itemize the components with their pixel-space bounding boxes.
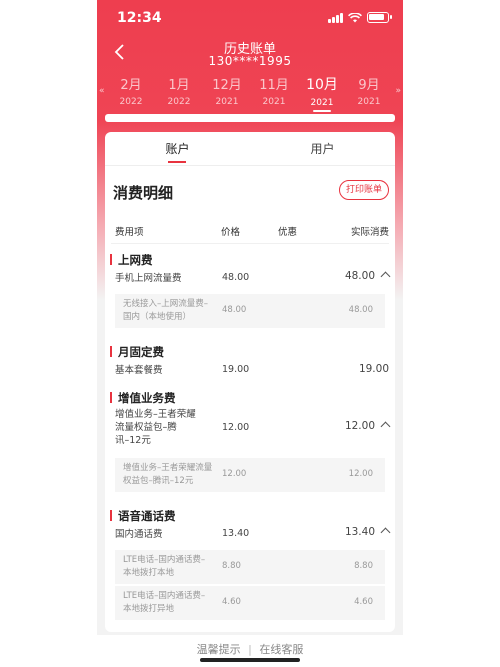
chevron-up-icon[interactable]: [380, 421, 391, 432]
month-item[interactable]: 1月 2022: [155, 74, 203, 107]
status-bar: 12:34: [97, 0, 403, 36]
left-margin: [0, 0, 97, 667]
detail-price: 48.00: [222, 305, 247, 315]
right-margin: [403, 0, 500, 667]
fee-price: 48.00: [222, 272, 250, 283]
category-title: 月固定费: [118, 345, 164, 359]
month-item[interactable]: 12月 2021: [203, 74, 251, 107]
fee-actual: 48.00: [345, 270, 391, 282]
status-time: 12:34: [117, 10, 162, 26]
category-title: 语音通话费: [118, 509, 176, 523]
fee-name: 国内通话费: [115, 529, 163, 540]
tab-underline: [168, 161, 186, 163]
detail-actual: 8.80: [354, 561, 373, 571]
detail-actual: 12.00: [348, 469, 373, 479]
month-indicator: [313, 110, 331, 112]
month-prev-arrow-icon[interactable]: «: [99, 86, 105, 96]
fee-name: 手机上网流量费: [115, 273, 182, 284]
category-header: 月固定费: [105, 342, 395, 362]
fee-detail: LTE电话–国内通话费– 本地拨打本地 8.80 8.80: [115, 550, 385, 584]
category-title: 增值业务费: [118, 391, 176, 405]
detail-name: 增值业务–王者荣耀流量 权益包–腾讯–12元: [123, 463, 213, 486]
category-marker: [110, 392, 112, 403]
battery-icon: [367, 12, 392, 23]
tab-account[interactable]: 账户: [105, 140, 250, 157]
chevron-up-icon[interactable]: [380, 527, 391, 538]
detail-name: LTE电话–国内通话费– 本地拨打异地: [123, 591, 206, 614]
month-item-active[interactable]: 10月 2021: [298, 74, 346, 108]
phone-number: 130****1995: [208, 54, 292, 68]
month-item[interactable]: 9月 2021: [345, 74, 393, 107]
chevron-up-icon[interactable]: [380, 271, 391, 282]
fee-row[interactable]: 国内通话费 13.40 13.40: [105, 526, 395, 546]
fee-price: 13.40: [222, 528, 250, 539]
detail-actual: 4.60: [354, 597, 373, 607]
category-marker: [110, 346, 112, 357]
tab-user[interactable]: 用户: [250, 140, 395, 157]
section-title: 消费明细: [113, 184, 174, 202]
month-next-arrow-icon[interactable]: »: [395, 86, 401, 96]
online-service-link[interactable]: 在线客服: [259, 643, 303, 656]
col-price: 价格: [221, 227, 241, 238]
fee-row[interactable]: 增值业务–王者荣耀 流量权益包–腾 讯–12元 12.00 12.00: [105, 408, 395, 452]
category-header: 增值业务费: [105, 388, 395, 408]
phone-screen: 12:34 历史账单 130****1995 « 2月2022 1月2022: [97, 0, 403, 667]
fee-detail: LTE电话–国内通话费– 本地拨打异地 4.60 4.60: [115, 586, 385, 620]
bill-card: 账户 用户 消费明细 打印账单 费用项 价格 优惠 实际消费 上网费 手机上网流…: [105, 132, 395, 632]
month-selector: « 2月 2022 1月 2022 12月 2021 11月 2021 10月 2021 …: [97, 74, 403, 114]
detail-name: 无线接入–上网流量费– 国内（本地使用）: [123, 299, 209, 322]
fee-detail: 增值业务–王者荣耀流量 权益包–腾讯–12元 12.00 12.00: [115, 458, 385, 492]
detail-price: 8.80: [222, 561, 241, 571]
fee-row[interactable]: 手机上网流量费 48.00 48.00: [105, 270, 395, 290]
col-discount: 优惠: [278, 227, 298, 238]
detail-actual: 48.00: [348, 305, 373, 315]
category-marker: [110, 510, 112, 521]
fee-name: 增值业务–王者荣耀 流量权益包–腾 讯–12元: [115, 409, 196, 446]
footer-bar: 温馨提示 | 在线客服: [97, 635, 403, 667]
tab-bar: 账户 用户: [105, 132, 395, 166]
fee-detail: 无线接入–上网流量费– 国内（本地使用） 48.00 48.00: [115, 294, 385, 328]
column-headers: 费用项 价格 优惠 实际消费: [111, 216, 389, 244]
fee-price: 19.00: [222, 364, 250, 375]
tips-link[interactable]: 温馨提示: [197, 643, 241, 656]
home-indicator[interactable]: [200, 658, 300, 662]
category-marker: [110, 254, 112, 265]
category-title: 上网费: [118, 253, 153, 267]
category-header: 语音通话费: [105, 506, 395, 526]
detail-price: 4.60: [222, 597, 241, 607]
category-header: 上网费: [105, 250, 395, 270]
fee-price: 12.00: [222, 422, 250, 433]
col-item: 费用项: [115, 227, 144, 238]
fee-row[interactable]: 基本套餐费 19.00 19.00: [105, 362, 395, 382]
month-item[interactable]: 11月 2021: [250, 74, 298, 107]
print-bill-button[interactable]: 打印账单: [338, 180, 389, 200]
section-header: 消费明细 打印账单: [105, 166, 395, 216]
detail-price: 12.00: [222, 469, 247, 479]
detail-name: LTE电话–国内通话费– 本地拨打本地: [123, 555, 206, 578]
footer-separator: |: [248, 643, 252, 656]
fee-actual: 13.40: [345, 526, 391, 538]
nav-bar: 历史账单 130****1995: [97, 36, 403, 72]
card-top-strip: [105, 114, 395, 122]
status-icons: [328, 12, 392, 23]
wifi-icon: [348, 12, 362, 22]
month-item[interactable]: 2月 2022: [107, 74, 155, 107]
fee-actual: 19.00: [358, 363, 389, 375]
fee-name: 基本套餐费: [115, 365, 163, 376]
cellular-signal-icon: [328, 12, 343, 23]
fee-actual: 12.00: [345, 420, 391, 432]
col-actual: 实际消费: [350, 227, 389, 238]
